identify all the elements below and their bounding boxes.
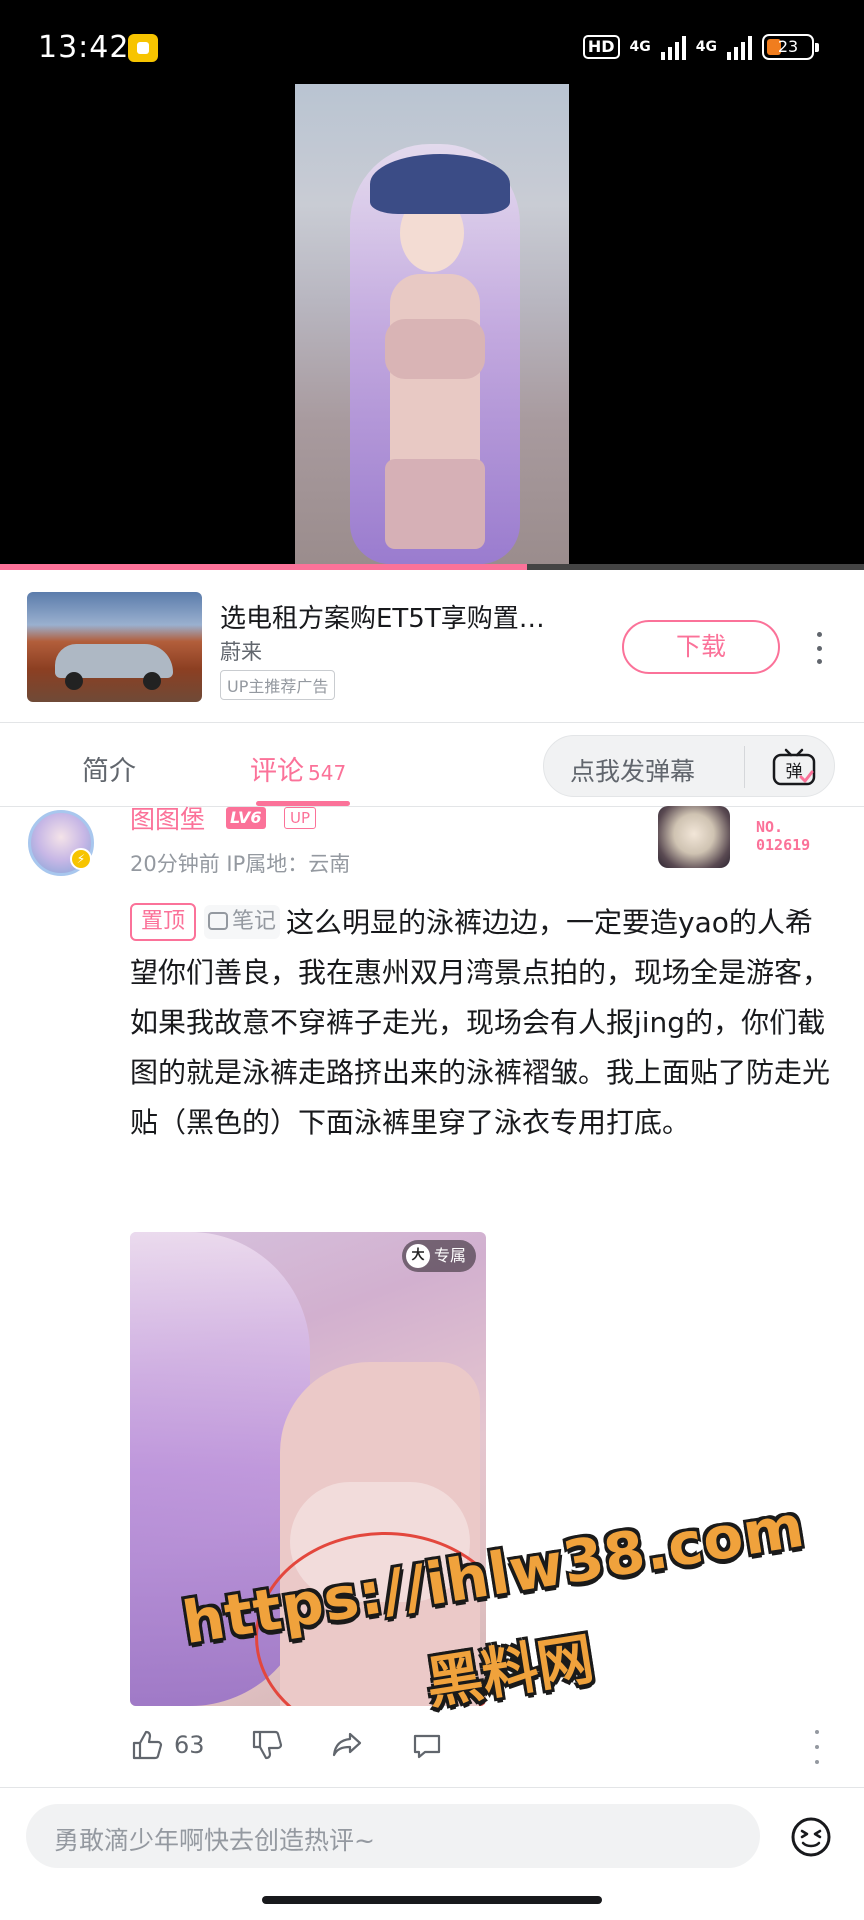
video-figure-skirt bbox=[385, 459, 485, 549]
tab-comments-label: 评论 bbox=[250, 756, 304, 787]
comment-text: 这么明显的泳裤边边，一定要造yao的人希望你们善良，我在惠州双月湾景点拍的，现场… bbox=[130, 906, 831, 1139]
more-icon[interactable] bbox=[812, 1730, 822, 1764]
danmaku-placeholder: 点我发弹幕 bbox=[570, 757, 696, 786]
battery-icon: 23 bbox=[762, 34, 819, 60]
ad-thumbnail[interactable] bbox=[27, 592, 202, 702]
battery-level: 23 bbox=[777, 37, 799, 56]
video-player[interactable]: 13:42 HD 4G 4G 23 bbox=[0, 0, 864, 568]
note-tag[interactable]: 笔记 bbox=[204, 905, 281, 939]
video-frame[interactable] bbox=[295, 84, 569, 568]
comment-actions: 63 bbox=[130, 1728, 830, 1768]
video-figure-top bbox=[385, 319, 485, 379]
app-notification-icon bbox=[128, 34, 158, 62]
ad-download-button[interactable]: 下载 bbox=[622, 620, 780, 674]
reply-input[interactable]: 勇敢滴少年啊快去创造热评~ bbox=[26, 1804, 760, 1868]
home-indicator[interactable] bbox=[262, 1896, 602, 1904]
signal-icon-1 bbox=[660, 34, 686, 60]
ad-brand: 蔚来 bbox=[220, 640, 262, 664]
status-icons: HD 4G 4G 23 bbox=[582, 34, 819, 60]
tab-comments-count: 547 bbox=[308, 761, 347, 785]
fan-badge-number: NO. 012619 bbox=[756, 818, 811, 854]
like-icon bbox=[132, 1730, 163, 1760]
like-button[interactable]: 63 bbox=[130, 1728, 205, 1762]
tab-bar: 简介 评论 547 点我发弹幕 弹 bbox=[0, 723, 864, 807]
tab-intro[interactable]: 简介 bbox=[82, 749, 136, 788]
danmaku-icon-label: 弹 bbox=[786, 762, 803, 782]
comment-body: 置顶 笔记 这么明显的泳裤边边，一定要造yao的人希望你们善良，我在惠州双月湾景点拍… bbox=[130, 898, 840, 1148]
ad-car-image bbox=[55, 644, 173, 690]
status-time: 13:42 bbox=[38, 30, 130, 65]
ad-card[interactable]: 选电租方案购ET5T享购置… 蔚来 UP主推荐广告 下载 bbox=[0, 570, 864, 722]
reply-placeholder: 勇敢滴少年啊快去创造热评~ bbox=[54, 1826, 375, 1855]
tab-comments[interactable]: 评论 547 bbox=[250, 749, 346, 788]
network-type-2: 4G bbox=[695, 39, 717, 55]
emoji-icon[interactable] bbox=[790, 1816, 832, 1858]
comment-username[interactable]: 图图堡 bbox=[130, 800, 205, 836]
hd-icon: HD bbox=[582, 35, 620, 59]
network-type-1: 4G bbox=[629, 39, 651, 55]
reply-icon bbox=[413, 1734, 441, 1759]
note-icon bbox=[208, 912, 229, 930]
share-icon bbox=[332, 1732, 362, 1757]
signal-icon-2 bbox=[727, 34, 752, 60]
dislike-icon bbox=[252, 1730, 283, 1760]
ad-tag: UP主推荐广告 bbox=[220, 670, 336, 700]
up-badge: UP bbox=[284, 807, 317, 829]
exclusive-badge: 大 专属 bbox=[401, 1240, 476, 1272]
danmaku-input[interactable]: 点我发弹幕 弹 bbox=[543, 735, 835, 797]
like-count: 63 bbox=[174, 1731, 205, 1759]
danmaku-separator bbox=[744, 746, 745, 788]
video-figure-headwear bbox=[370, 154, 510, 214]
dislike-button[interactable] bbox=[250, 1728, 284, 1762]
comment-meta: 20分钟前 IP属地：云南 bbox=[130, 852, 351, 876]
ad-title[interactable]: 选电租方案购ET5T享购置… bbox=[220, 598, 590, 635]
verified-badge-icon: ⚡ bbox=[70, 848, 92, 870]
level-badge: LV6 bbox=[226, 807, 266, 829]
pinned-tag: 置顶 bbox=[130, 903, 197, 941]
reply-button[interactable] bbox=[410, 1728, 444, 1762]
vip-icon: 大 bbox=[405, 1244, 430, 1268]
ad-more-icon[interactable] bbox=[812, 632, 826, 664]
divider bbox=[0, 1787, 864, 1788]
share-button[interactable] bbox=[330, 1728, 364, 1762]
fan-badge-avatar[interactable] bbox=[658, 806, 730, 868]
danmaku-icon[interactable]: 弹 bbox=[770, 746, 818, 788]
